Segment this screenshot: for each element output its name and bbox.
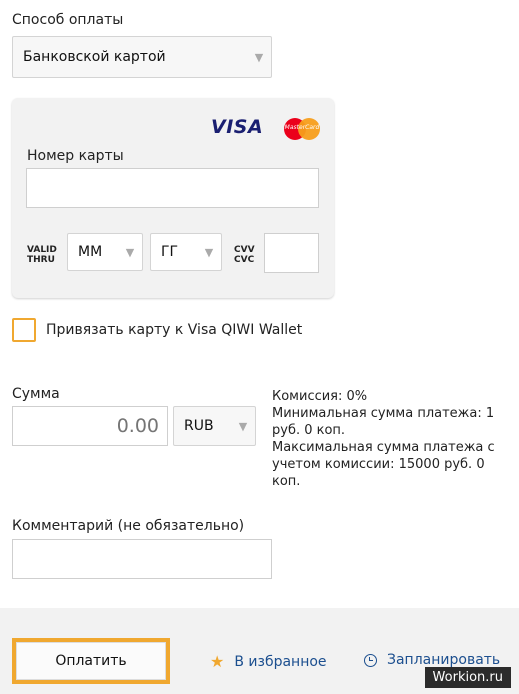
- expiry-month-select[interactable]: ММ ▼: [67, 233, 143, 271]
- min-amount: Минимальная сумма платежа: 1 руб. 0 коп.: [272, 406, 495, 438]
- valid-thru-label: VALID THRU: [27, 245, 57, 265]
- card-number-label: Номер карты: [27, 148, 124, 164]
- pay-button-label: Оплатить: [55, 653, 127, 669]
- chevron-down-icon: ▼: [254, 50, 264, 64]
- card-form: VISA MasterCard Номер карты VALID THRU М…: [12, 98, 334, 298]
- mastercard-logo-text: MasterCard: [284, 124, 320, 131]
- expiry-year-value: ГГ: [161, 244, 179, 260]
- commission-rate: Комиссия: 0%: [272, 389, 368, 404]
- comment-label: Комментарий (не обязательно): [12, 518, 245, 534]
- card-number-input[interactable]: [26, 168, 319, 208]
- chevron-down-icon: ▼: [204, 245, 214, 259]
- max-amount: Максимальная сумма платежа с учетом коми…: [272, 440, 495, 489]
- currency-value: RUB: [184, 418, 214, 434]
- payment-method-select[interactable]: Банковской картой ▼: [12, 36, 272, 78]
- watermark: Workion.ru: [424, 667, 511, 688]
- visa-logo: VISA: [211, 116, 264, 138]
- amount-input[interactable]: [12, 406, 168, 446]
- expiry-year-select[interactable]: ГГ ▼: [150, 233, 222, 271]
- chevron-down-icon: ▼: [238, 419, 248, 433]
- comment-input[interactable]: [12, 539, 272, 579]
- clock-icon: [364, 653, 377, 667]
- cvv-input[interactable]: [264, 233, 319, 273]
- pay-button[interactable]: Оплатить: [12, 638, 170, 684]
- cvv-label: CVV CVC: [234, 245, 255, 265]
- payment-method-value: Банковской картой: [23, 49, 166, 65]
- expiry-month-value: ММ: [78, 244, 103, 260]
- bind-card-checkbox[interactable]: [12, 318, 36, 342]
- schedule-label: Запланировать: [387, 652, 501, 668]
- schedule-link[interactable]: Запланировать: [364, 652, 500, 668]
- commission-info: Комиссия: 0% Минимальная сумма платежа: …: [272, 388, 512, 490]
- payment-method-label: Способ оплаты: [12, 12, 124, 28]
- star-icon: ★: [210, 652, 225, 671]
- amount-label: Сумма: [12, 386, 60, 402]
- bind-card-label: Привязать карту к Visa QIWI Wallet: [46, 322, 303, 338]
- favorites-label: В избранное: [234, 653, 327, 670]
- chevron-down-icon: ▼: [125, 245, 135, 259]
- mastercard-logo: MasterCard: [284, 118, 320, 140]
- currency-select[interactable]: RUB ▼: [173, 406, 256, 446]
- add-to-favorites-link[interactable]: ★ В избранное: [210, 652, 327, 671]
